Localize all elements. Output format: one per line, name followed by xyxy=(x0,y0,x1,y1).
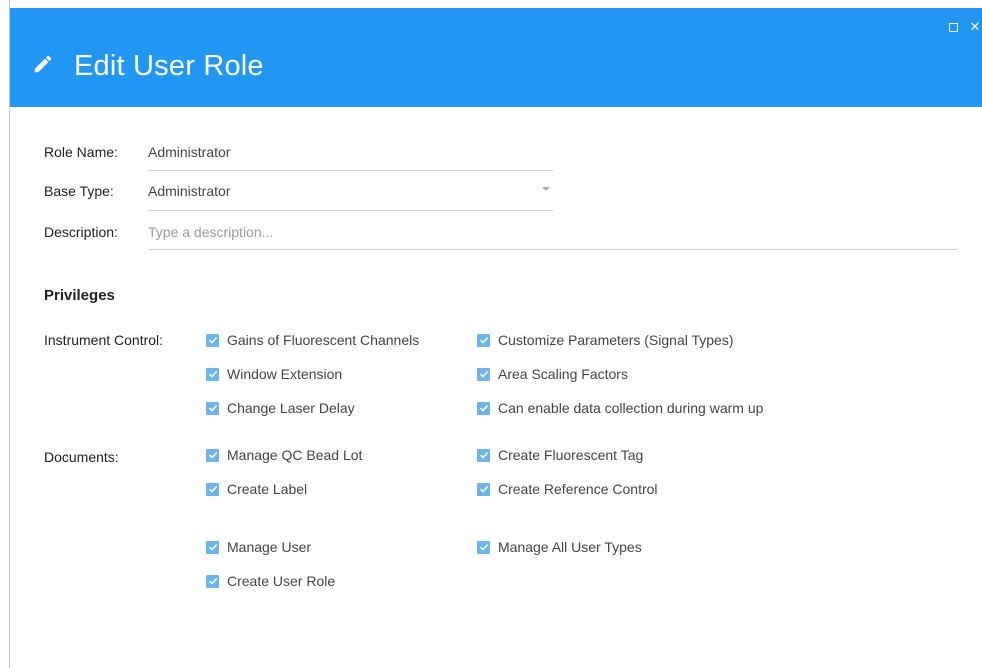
checkbox-create-user-role[interactable]: Create User Role xyxy=(206,573,335,589)
checkbox-label: Create Fluorescent Tag xyxy=(498,447,644,463)
description-underline xyxy=(148,249,957,250)
checkbox-customize-parameters[interactable]: Customize Parameters (Signal Types) xyxy=(477,332,734,348)
checkbox-gains-fluorescent-channels[interactable]: Gains of Fluorescent Channels xyxy=(206,332,419,348)
documents-label: Documents: xyxy=(44,449,119,465)
checkbox-change-laser-delay[interactable]: Change Laser Delay xyxy=(206,400,355,416)
instrument-control-label: Instrument Control: xyxy=(44,332,164,348)
checkbox-label: Window Extension xyxy=(227,366,343,382)
close-icon[interactable]: ✕ xyxy=(968,20,982,34)
checkbox-checked-icon xyxy=(477,540,490,554)
role-name-label: Role Name: xyxy=(44,144,118,160)
checkbox-checked-icon xyxy=(206,401,219,415)
checkbox-window-extension[interactable]: Window Extension xyxy=(206,366,342,382)
checkbox-label: Change Laser Delay xyxy=(227,400,355,416)
checkbox-checked-icon xyxy=(206,448,219,462)
checkbox-checked-icon xyxy=(477,448,490,462)
checkbox-manage-all-user-types[interactable]: Manage All User Types xyxy=(477,539,642,555)
checkbox-checked-icon xyxy=(477,333,490,347)
role-name-input[interactable]: Administrator xyxy=(148,144,230,160)
checkbox-checked-icon xyxy=(477,401,490,415)
checkbox-label: Create Reference Control xyxy=(498,481,658,497)
role-name-underline xyxy=(148,170,553,171)
checkbox-label: Create Label xyxy=(227,481,308,497)
checkbox-label: Create User Role xyxy=(227,573,336,589)
title-wrap: Edit User Role xyxy=(32,50,264,83)
checkbox-create-label[interactable]: Create Label xyxy=(206,481,307,497)
base-type-underline xyxy=(148,210,553,211)
checkbox-checked-icon xyxy=(206,367,219,381)
checkbox-manage-user[interactable]: Manage User xyxy=(206,539,311,555)
chevron-down-icon[interactable] xyxy=(542,187,550,191)
checkbox-label: Manage User xyxy=(227,539,312,555)
checkbox-label: Manage All User Types xyxy=(498,539,642,555)
checkbox-create-fluorescent-tag[interactable]: Create Fluorescent Tag xyxy=(477,447,643,463)
checkbox-checked-icon xyxy=(206,540,219,554)
pencil-icon xyxy=(32,53,54,80)
checkbox-checked-icon xyxy=(477,482,490,496)
checkbox-checked-icon xyxy=(477,367,490,381)
checkbox-label: Can enable data collection during warm u… xyxy=(498,400,764,416)
checkbox-checked-icon xyxy=(206,333,219,347)
checkbox-manage-qc-bead-lot[interactable]: Manage QC Bead Lot xyxy=(206,447,362,463)
checkbox-create-reference-control[interactable]: Create Reference Control xyxy=(477,481,658,497)
checkbox-checked-icon xyxy=(206,482,219,496)
base-type-label: Base Type: xyxy=(44,183,114,199)
description-input[interactable]: Type a description... xyxy=(148,224,273,240)
checkbox-label: Gains of Fluorescent Channels xyxy=(227,332,420,348)
checkbox-area-scaling-factors[interactable]: Area Scaling Factors xyxy=(477,366,628,382)
checkbox-label: Area Scaling Factors xyxy=(498,366,628,382)
checkbox-label: Customize Parameters (Signal Types) xyxy=(498,332,734,348)
window-controls: ✕ xyxy=(949,20,982,34)
checkbox-label: Manage QC Bead Lot xyxy=(227,447,363,463)
checkbox-data-collection-warm-up[interactable]: Can enable data collection during warm u… xyxy=(477,400,763,416)
dialog-header: ✕ Edit User Role xyxy=(10,8,982,107)
base-type-select[interactable]: Administrator xyxy=(148,183,230,199)
privileges-heading: Privileges xyxy=(44,287,115,304)
description-label: Description: xyxy=(44,224,118,240)
checkbox-checked-icon xyxy=(206,574,219,588)
dialog-title: Edit User Role xyxy=(74,50,264,82)
maximize-icon[interactable] xyxy=(949,23,958,32)
